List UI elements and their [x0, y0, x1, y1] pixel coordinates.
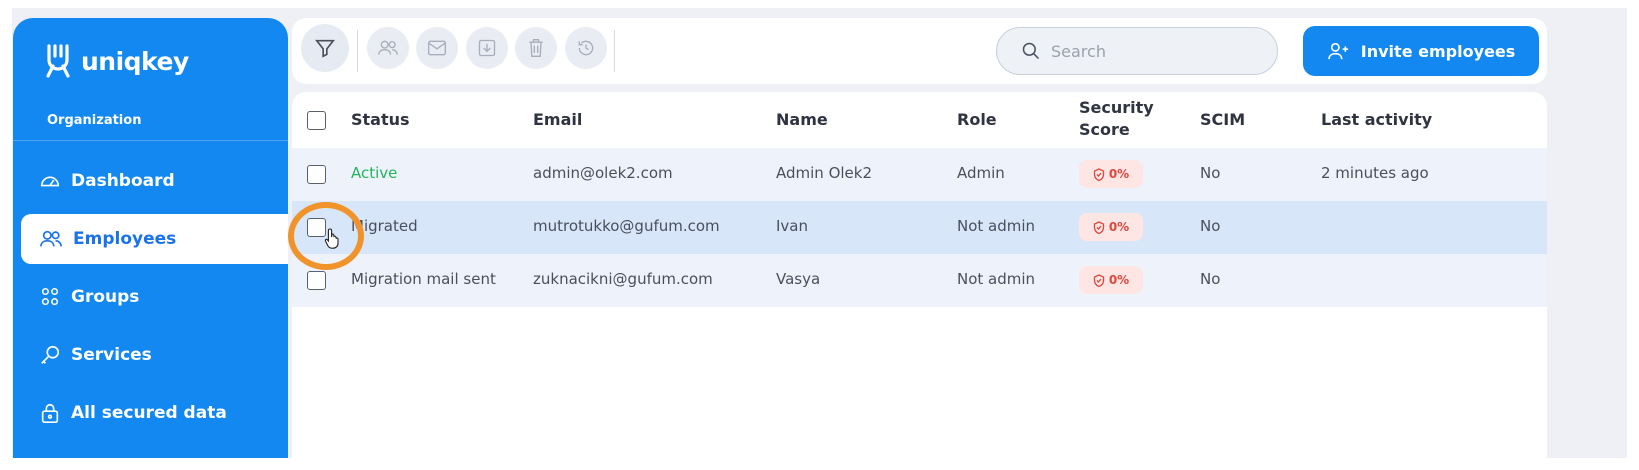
mail-icon: [428, 40, 446, 56]
name-cell: Vasya: [776, 270, 821, 288]
send-email-button[interactable]: [416, 27, 458, 69]
sidebar-item-all-secured-data[interactable]: All secured data: [21, 388, 288, 438]
security-score-value: 0%: [1108, 220, 1130, 234]
shield-icon: [1093, 167, 1104, 181]
role-cell: Not admin: [957, 217, 1036, 235]
key-icon: [41, 345, 60, 364]
table-row[interactable]: Active admin@olek2.com Admin Olek2 Admin…: [292, 148, 1547, 201]
delete-button[interactable]: [515, 27, 557, 69]
uniqkey-logo-icon: [46, 44, 70, 78]
name-cell: Ivan: [776, 217, 808, 235]
trash-icon: [529, 39, 543, 57]
name-cell: Admin Olek2: [776, 164, 873, 182]
brand-name: uniqkey: [81, 46, 189, 76]
security-score-value: 0%: [1108, 273, 1130, 287]
sidebar-item-label: All secured data: [71, 403, 227, 423]
column-header-security-score[interactable]: Security Score: [1079, 97, 1169, 141]
column-header-scim[interactable]: SCIM: [1200, 109, 1245, 131]
shield-icon: [1093, 220, 1104, 234]
table-row[interactable]: Migration mail sent zuknacikni@gufum.com…: [292, 254, 1547, 307]
status-cell: Migration mail sent: [351, 270, 496, 288]
shield-icon: [1093, 273, 1104, 287]
column-header-email[interactable]: Email: [533, 109, 582, 131]
assign-group-button[interactable]: [367, 27, 409, 69]
scim-cell: No: [1200, 270, 1221, 288]
search-box[interactable]: [996, 27, 1278, 75]
history-icon: [578, 40, 594, 56]
toolbar-divider: [614, 30, 615, 72]
security-score-badge: 0%: [1079, 266, 1143, 294]
sidebar-item-services[interactable]: Services: [21, 330, 288, 380]
sidebar-divider: [13, 140, 288, 141]
users-icon: [378, 40, 398, 55]
employees-table: Status Email Name Role Security Score SC…: [292, 92, 1547, 458]
role-cell: Admin: [957, 164, 1005, 182]
column-header-status[interactable]: Status: [351, 109, 410, 131]
export-button[interactable]: [466, 27, 508, 69]
search-input[interactable]: [1051, 41, 1251, 61]
column-header-last-activity[interactable]: Last activity: [1321, 109, 1432, 131]
last-activity-cell: 2 minutes ago: [1321, 164, 1429, 182]
groups-icon: [41, 287, 59, 306]
filter-icon: [315, 39, 335, 58]
history-button[interactable]: [565, 27, 607, 69]
download-icon: [478, 39, 496, 57]
scim-cell: No: [1200, 217, 1221, 235]
search-icon: [1022, 42, 1040, 60]
security-score-badge: 0%: [1079, 213, 1143, 241]
toolbar: Invite employees: [292, 18, 1547, 84]
users-icon: [40, 230, 62, 247]
invite-employees-button[interactable]: Invite employees: [1303, 26, 1539, 76]
sidebar-item-label: Groups: [71, 287, 140, 307]
sidebar-item-label: Services: [71, 345, 152, 365]
row-checkbox[interactable]: [307, 165, 326, 184]
email-cell: mutrotukko@gufum.com: [533, 217, 720, 235]
sidebar-item-dashboard[interactable]: Dashboard: [21, 156, 288, 206]
invite-employees-label: Invite employees: [1360, 41, 1516, 61]
sidebar-item-label: Dashboard: [71, 171, 175, 191]
app-frame: uniqkey Organization Dashboard Employees…: [12, 8, 1627, 458]
sidebar-item-employees[interactable]: Employees: [21, 214, 288, 264]
column-header-name[interactable]: Name: [776, 109, 828, 131]
logo[interactable]: uniqkey: [45, 44, 189, 78]
email-cell: admin@olek2.com: [533, 164, 673, 182]
hand-cursor-icon: [324, 228, 339, 249]
sidebar-item-label: Employees: [73, 229, 177, 249]
email-cell: zuknacikni@gufum.com: [533, 270, 713, 288]
role-cell: Not admin: [957, 270, 1036, 288]
sidebar: uniqkey Organization Dashboard Employees…: [13, 18, 288, 458]
row-checkbox[interactable]: [307, 271, 326, 290]
scim-cell: No: [1200, 164, 1221, 182]
toolbar-divider: [357, 30, 358, 72]
table-header: Status Email Name Role Security Score SC…: [292, 92, 1547, 148]
table-row[interactable]: Migrated mutrotukko@gufum.com Ivan Not a…: [292, 201, 1547, 254]
filter-button[interactable]: [301, 24, 349, 72]
security-score-value: 0%: [1108, 167, 1130, 181]
sidebar-item-groups[interactable]: Groups: [21, 272, 288, 322]
add-user-icon: [1327, 42, 1348, 60]
organization-label: Organization: [47, 113, 142, 128]
gauge-icon: [40, 176, 60, 187]
column-header-role[interactable]: Role: [957, 109, 997, 131]
select-all-checkbox[interactable]: [307, 111, 326, 130]
status-cell: Active: [351, 164, 398, 182]
lock-icon: [41, 403, 59, 423]
security-score-badge: 0%: [1079, 160, 1143, 188]
